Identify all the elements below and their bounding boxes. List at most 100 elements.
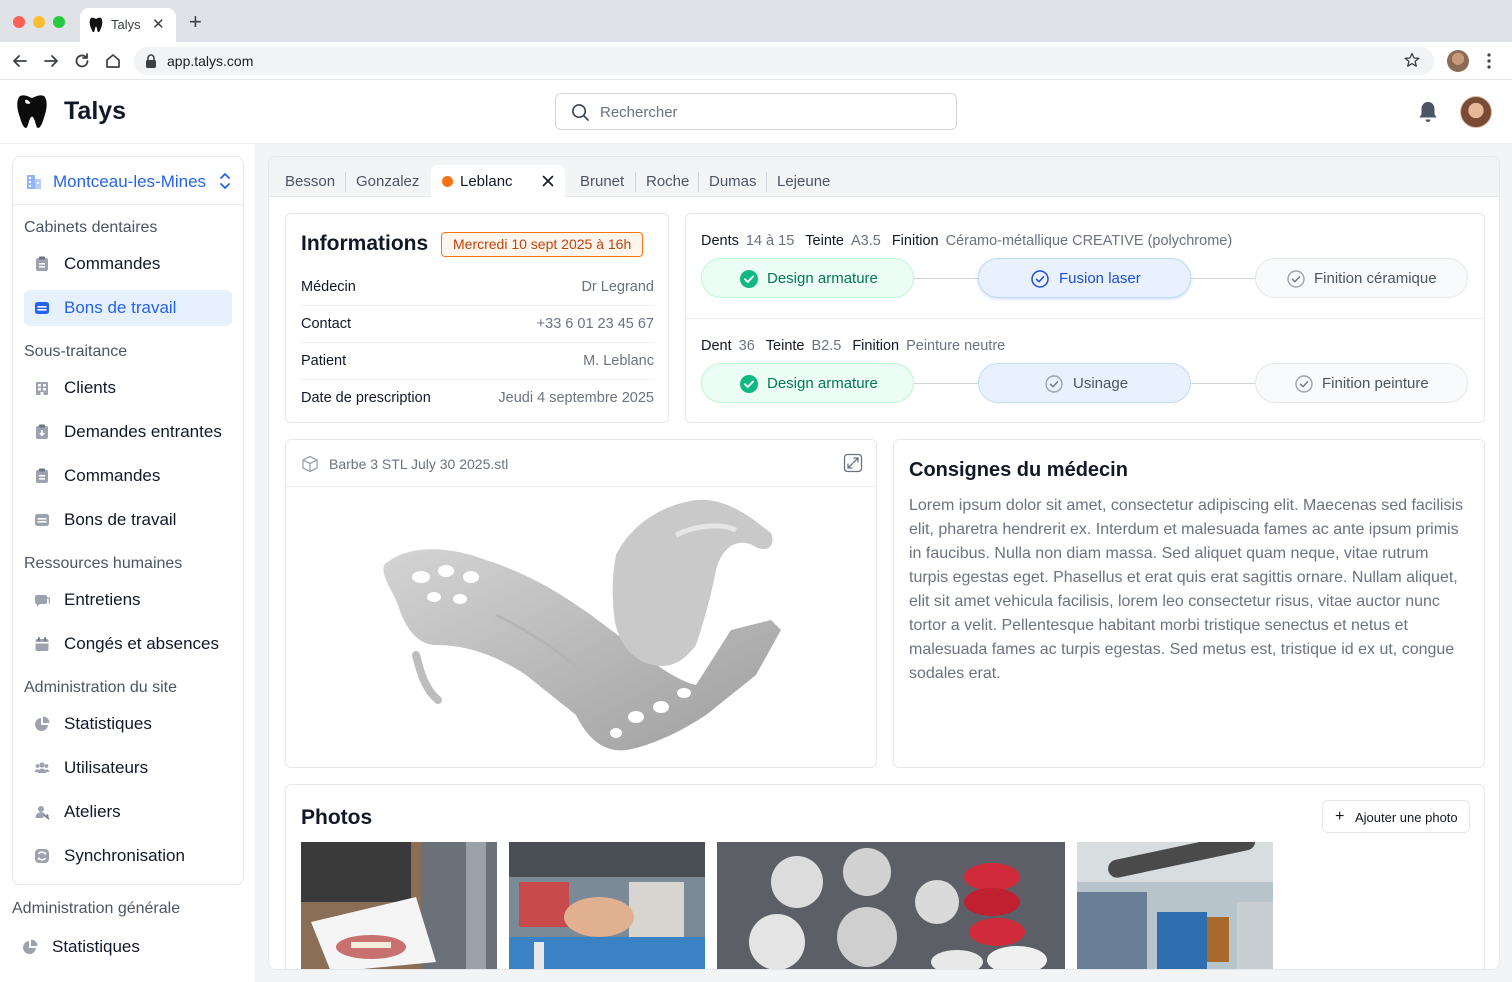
forward-arrow-icon[interactable] (41, 51, 61, 71)
consignes-card: Consignes du médecin Lorem ipsum dolor s… (893, 439, 1485, 768)
sidebar-item-label: Congés et absences (64, 634, 219, 653)
main-content: Besson Gonzalez Leblanc Brunet Roche Dum… (256, 144, 1512, 982)
lock-icon (146, 54, 156, 68)
maximize-window-button[interactable] (53, 16, 65, 28)
plus-icon: + (1335, 808, 1345, 825)
reload-icon[interactable] (72, 51, 92, 71)
sidebar-item-statistiques-globales[interactable]: Statistiques (12, 929, 232, 965)
tab-leblanc[interactable]: Leblanc (431, 165, 565, 198)
tab-lejeune[interactable]: Lejeune (777, 173, 830, 190)
back-arrow-icon[interactable] (10, 51, 30, 71)
tab-gonzalez[interactable]: Gonzalez (356, 173, 419, 190)
check-circle-outline-icon (1295, 375, 1313, 393)
talys-logo-icon[interactable] (16, 94, 48, 130)
consignes-title: Consignes du médecin (909, 459, 1128, 481)
clipboard-icon (36, 424, 48, 439)
step-design-armature-2[interactable]: Design armature (701, 363, 914, 403)
consignes-text: Lorem ipsum dolor sit amet, consectetur … (909, 497, 1464, 682)
browser-tab[interactable]: Talys ✕ (80, 8, 176, 42)
sidebar-item-clients[interactable]: Clients (24, 370, 232, 406)
minimize-window-button[interactable] (33, 16, 45, 28)
appointment-date-badge: Mercredi 10 sept 2025 à 16h (441, 232, 644, 257)
tab-brunet[interactable]: Brunet (580, 173, 624, 190)
step-design-armature[interactable]: Design armature (701, 258, 914, 298)
photo-thumbnail[interactable] (717, 842, 1065, 970)
browser-profile-avatar[interactable] (1447, 50, 1469, 72)
informations-card: Informations Mercredi 10 sept 2025 à 16h… (285, 213, 669, 423)
info-label: Médecin (301, 279, 356, 295)
step-finition-ceramique[interactable]: Finition céramique (1255, 258, 1468, 298)
close-tab-icon[interactable]: ✕ (152, 15, 165, 33)
step-label: Fusion laser (1059, 270, 1141, 287)
sidebar-item-label: Entretiens (64, 590, 141, 609)
info-row-patient: Patient M. Leblanc (301, 343, 654, 380)
address-bar[interactable]: app.talys.com (134, 47, 1434, 75)
home-icon[interactable] (103, 51, 123, 71)
patient-body: Informations Mercredi 10 sept 2025 à 16h… (269, 197, 1499, 970)
tab-dumas[interactable]: Dumas (709, 173, 757, 190)
stl-filename: Barbe 3 STL July 30 2025.stl (329, 456, 509, 472)
sidebar-item-label: Commandes (64, 466, 161, 485)
step-finition-peinture[interactable]: Finition peinture (1255, 363, 1468, 403)
photo-thumbnail[interactable] (301, 842, 497, 970)
step-connector (1191, 383, 1255, 384)
step-connector (1191, 278, 1255, 279)
finish-label: Finition (852, 338, 900, 354)
sidebar-item-label: Statistiques (64, 714, 152, 733)
sidebar-item-synchronisation[interactable]: Synchronisation (24, 838, 232, 874)
sidebar-item-label: Bons de travail (64, 298, 177, 317)
photo-thumbnail[interactable] (509, 842, 705, 970)
tab-besson[interactable]: Besson (285, 173, 335, 190)
app-header: Talys (0, 80, 1512, 144)
expand-icon[interactable] (843, 453, 863, 473)
step-usinage[interactable]: Usinage (978, 363, 1191, 403)
stl-3d-model[interactable] (376, 495, 796, 765)
search-box[interactable] (555, 93, 957, 130)
step-label: Finition céramique (1314, 270, 1437, 287)
chat-icon (34, 595, 50, 607)
browser-menu-icon[interactable] (1486, 52, 1492, 70)
sidebar-item-ateliers[interactable]: Ateliers (24, 794, 232, 830)
sidebar-item-demandes-entrantes[interactable]: Demandes entrantes (24, 414, 232, 450)
photo-thumbnail[interactable] (1077, 842, 1273, 970)
site-selector[interactable]: Montceau-les-Mines (13, 157, 243, 205)
sidebar-item-statistiques[interactable]: Statistiques (24, 706, 232, 742)
teeth-label: Dent (701, 338, 732, 354)
sync-icon (35, 849, 49, 863)
tab-roche[interactable]: Roche (646, 173, 689, 190)
step-fusion-laser[interactable]: Fusion laser (978, 258, 1191, 298)
info-label: Contact (301, 316, 351, 332)
sidebar-item-entretiens[interactable]: Entretiens (24, 582, 232, 618)
sidebar-item-commandes[interactable]: Commandes (24, 246, 232, 282)
sidebar-item-utilisateurs[interactable]: Utilisateurs (24, 750, 232, 786)
sidebar-item-label: Statistiques (52, 937, 140, 956)
cube-icon (302, 455, 318, 473)
sidebar-item-label: Demandes entrantes (64, 422, 222, 441)
patient-panel: Besson Gonzalez Leblanc Brunet Roche Dum… (268, 156, 1500, 970)
sidebar-item-bons-de-travail[interactable]: Bons de travail (24, 290, 232, 326)
finish-value: Céramo-métallique CREATIVE (polychrome) (945, 233, 1233, 249)
info-value[interactable]: +33 6 01 23 45 67 (537, 316, 654, 332)
close-window-button[interactable] (13, 16, 25, 28)
step-label: Design armature (767, 375, 878, 392)
close-tab-icon[interactable] (541, 174, 555, 188)
sidebar-item-conges-absences[interactable]: Congés et absences (24, 626, 232, 662)
work-divider (686, 318, 1484, 319)
check-circle-outline-icon (1287, 270, 1305, 288)
step-connector (914, 278, 978, 279)
work-items-card: Dents 14 à 15 Teinte A3.5 Finition Céramo-mét… (685, 213, 1485, 423)
pie-chart-icon (23, 939, 38, 954)
sidebar-item-commandes-sous-traitance[interactable]: Commandes (24, 458, 232, 494)
add-photo-button[interactable]: + Ajouter une photo (1322, 800, 1470, 833)
sidebar-item-bons-de-travail-sous-traitance[interactable]: Bons de travail (24, 502, 232, 538)
user-avatar[interactable] (1460, 96, 1492, 128)
stl-viewer-card: Barbe 3 STL July 30 2025.stl (285, 439, 877, 768)
brand-name: Talys (64, 97, 127, 125)
check-circle-icon (740, 375, 758, 393)
notification-bell-icon[interactable] (1417, 100, 1439, 124)
search-input[interactable] (600, 102, 940, 122)
new-tab-button[interactable]: + (189, 11, 202, 33)
bookmark-star-icon[interactable] (1404, 52, 1420, 68)
work-item-2-details: Dent 36 Teinte B2.5 Finition Peinture neutre (701, 338, 1005, 354)
section-ressources-humaines: Ressources humaines (24, 555, 183, 572)
